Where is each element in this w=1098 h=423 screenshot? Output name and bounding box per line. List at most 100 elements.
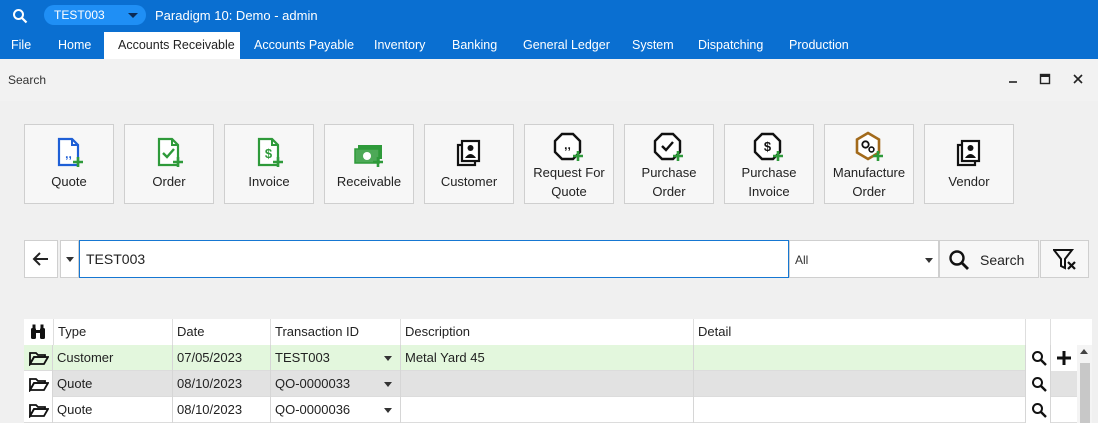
column-header-detail[interactable]: Detail — [694, 319, 1026, 345]
new-vendor-button[interactable]: Vendor — [924, 124, 1014, 204]
open-record-button[interactable] — [24, 397, 53, 423]
search-icon — [1032, 351, 1047, 366]
vertical-scrollbar[interactable] — [1077, 345, 1092, 423]
back-button[interactable] — [24, 240, 58, 278]
chevron-down-icon — [925, 258, 933, 263]
new-order-button[interactable]: Order — [124, 124, 214, 204]
zoom-button[interactable] — [1026, 345, 1051, 371]
customer-add-icon — [453, 139, 485, 172]
binoculars-icon[interactable] — [29, 323, 47, 341]
receivable-add-icon — [353, 145, 385, 172]
table-row[interactable]: Quote 08/10/2023 QO-0000033 — [24, 371, 1077, 397]
table-row[interactable]: Quote 08/10/2023 QO-0000036 — [24, 397, 1077, 423]
menu-production[interactable]: Production — [789, 32, 849, 59]
svg-text:$: $ — [265, 146, 273, 161]
menu-file[interactable]: File — [0, 32, 40, 59]
scroll-up-icon[interactable] — [1080, 349, 1088, 354]
chevron-down-icon[interactable] — [384, 356, 392, 361]
tile-label-line1: Request For — [533, 165, 605, 180]
svg-text:$: $ — [764, 139, 772, 154]
new-manufacture-order-button[interactable]: Manufacture Order — [824, 124, 914, 204]
column-header-type[interactable]: Type — [54, 319, 173, 345]
menu-general-ledger[interactable]: General Ledger — [523, 32, 610, 59]
new-receivable-button[interactable]: Receivable — [324, 124, 414, 204]
new-quote-button[interactable]: ,, Quote — [24, 124, 114, 204]
tile-label: Order — [152, 174, 186, 189]
cell-date: 07/05/2023 — [173, 345, 271, 371]
menu-accounts-receivable[interactable]: Accounts Receivable — [104, 32, 240, 59]
menu-home[interactable]: Home — [44, 32, 104, 59]
transaction-id-value: TEST003 — [275, 350, 330, 365]
tile-label-line1: Manufacture — [832, 165, 906, 180]
search-button[interactable]: Search — [939, 240, 1039, 278]
menu-banking[interactable]: Banking — [452, 32, 497, 59]
column-header-add — [1051, 319, 1077, 345]
tile-label-line2: Order — [652, 184, 686, 199]
search-icon[interactable] — [12, 8, 28, 24]
minimize-icon[interactable] — [1006, 72, 1020, 86]
search-icon — [949, 250, 969, 270]
new-request-for-quote-button[interactable]: ,, Request For Quote — [524, 124, 614, 204]
new-customer-button[interactable]: Customer — [424, 124, 514, 204]
new-purchase-invoice-button[interactable]: $ Purchase Invoice — [724, 124, 814, 204]
order-add-icon — [153, 137, 185, 172]
tile-label: Customer — [440, 174, 498, 189]
tile-label: Receivable — [336, 174, 402, 189]
column-header-zoom — [1026, 319, 1051, 345]
open-record-button[interactable] — [24, 371, 53, 397]
svg-text:,,: ,, — [564, 138, 571, 152]
cell-type: Quote — [53, 371, 173, 397]
search-scope-select[interactable]: All — [789, 240, 939, 278]
company-label: TEST003 — [54, 8, 105, 22]
chevron-down-icon — [128, 13, 138, 18]
zoom-button[interactable] — [1026, 371, 1051, 397]
invoice-add-icon: $ — [253, 137, 285, 172]
scrollbar-thumb[interactable] — [1080, 363, 1090, 423]
menu-dispatching[interactable]: Dispatching — [698, 32, 763, 59]
tile-label-line2: Quote — [551, 184, 587, 199]
menu-system[interactable]: System — [632, 32, 674, 59]
tile-label: Invoice — [248, 174, 290, 189]
close-icon[interactable] — [1071, 72, 1085, 86]
open-record-button[interactable] — [24, 345, 53, 371]
vendor-add-icon — [953, 139, 985, 172]
add-row-button[interactable] — [1051, 345, 1077, 371]
search-input[interactable] — [79, 240, 789, 278]
cell-transaction-id: QO-0000033 — [271, 371, 401, 397]
new-purchase-order-button[interactable]: Purchase Order — [624, 124, 714, 204]
title-bar: TEST003 Paradigm 10: Demo - admin — [0, 0, 1098, 32]
folder-open-icon — [29, 352, 49, 366]
zoom-button[interactable] — [1026, 397, 1051, 423]
cell-type: Customer — [53, 345, 173, 371]
column-header-description[interactable]: Description — [401, 319, 694, 345]
cell-transaction-id: TEST003 — [271, 345, 401, 371]
history-dropdown[interactable] — [60, 240, 79, 278]
chevron-down-icon[interactable] — [384, 408, 392, 413]
chevron-down-icon — [66, 257, 74, 262]
search-button-label: Search — [980, 252, 1025, 268]
maximize-icon[interactable] — [1038, 72, 1052, 86]
company-selector[interactable]: TEST003 — [44, 5, 146, 25]
cell-date: 08/10/2023 — [173, 397, 271, 423]
chevron-down-icon[interactable] — [384, 382, 392, 387]
arrow-left-icon — [32, 252, 48, 266]
clear-filter-button[interactable] — [1040, 240, 1089, 278]
table-row[interactable]: Customer 07/05/2023 TEST003 Metal Yard 4… — [24, 345, 1077, 371]
quote-add-icon: ,, — [53, 137, 85, 172]
plus-icon — [1057, 351, 1071, 365]
folder-open-icon — [29, 378, 49, 392]
tile-label-line1: Purchase — [641, 165, 697, 180]
search-scope-value: All — [795, 253, 809, 267]
cell-detail — [694, 397, 1026, 423]
menu-inventory[interactable]: Inventory — [374, 32, 425, 59]
menu-accounts-payable[interactable]: Accounts Payable — [254, 32, 354, 59]
cell-transaction-id: QO-0000036 — [271, 397, 401, 423]
panel-title: Search — [8, 73, 47, 87]
tile-label: Vendor — [948, 174, 990, 189]
transaction-id-value: QO-0000036 — [275, 402, 351, 417]
cell-type: Quote — [53, 397, 173, 423]
column-header-date[interactable]: Date — [173, 319, 271, 345]
column-header-transaction-id[interactable]: Transaction ID — [271, 319, 401, 345]
new-invoice-button[interactable]: $ Invoice — [224, 124, 314, 204]
tile-label: Quote — [51, 174, 87, 189]
